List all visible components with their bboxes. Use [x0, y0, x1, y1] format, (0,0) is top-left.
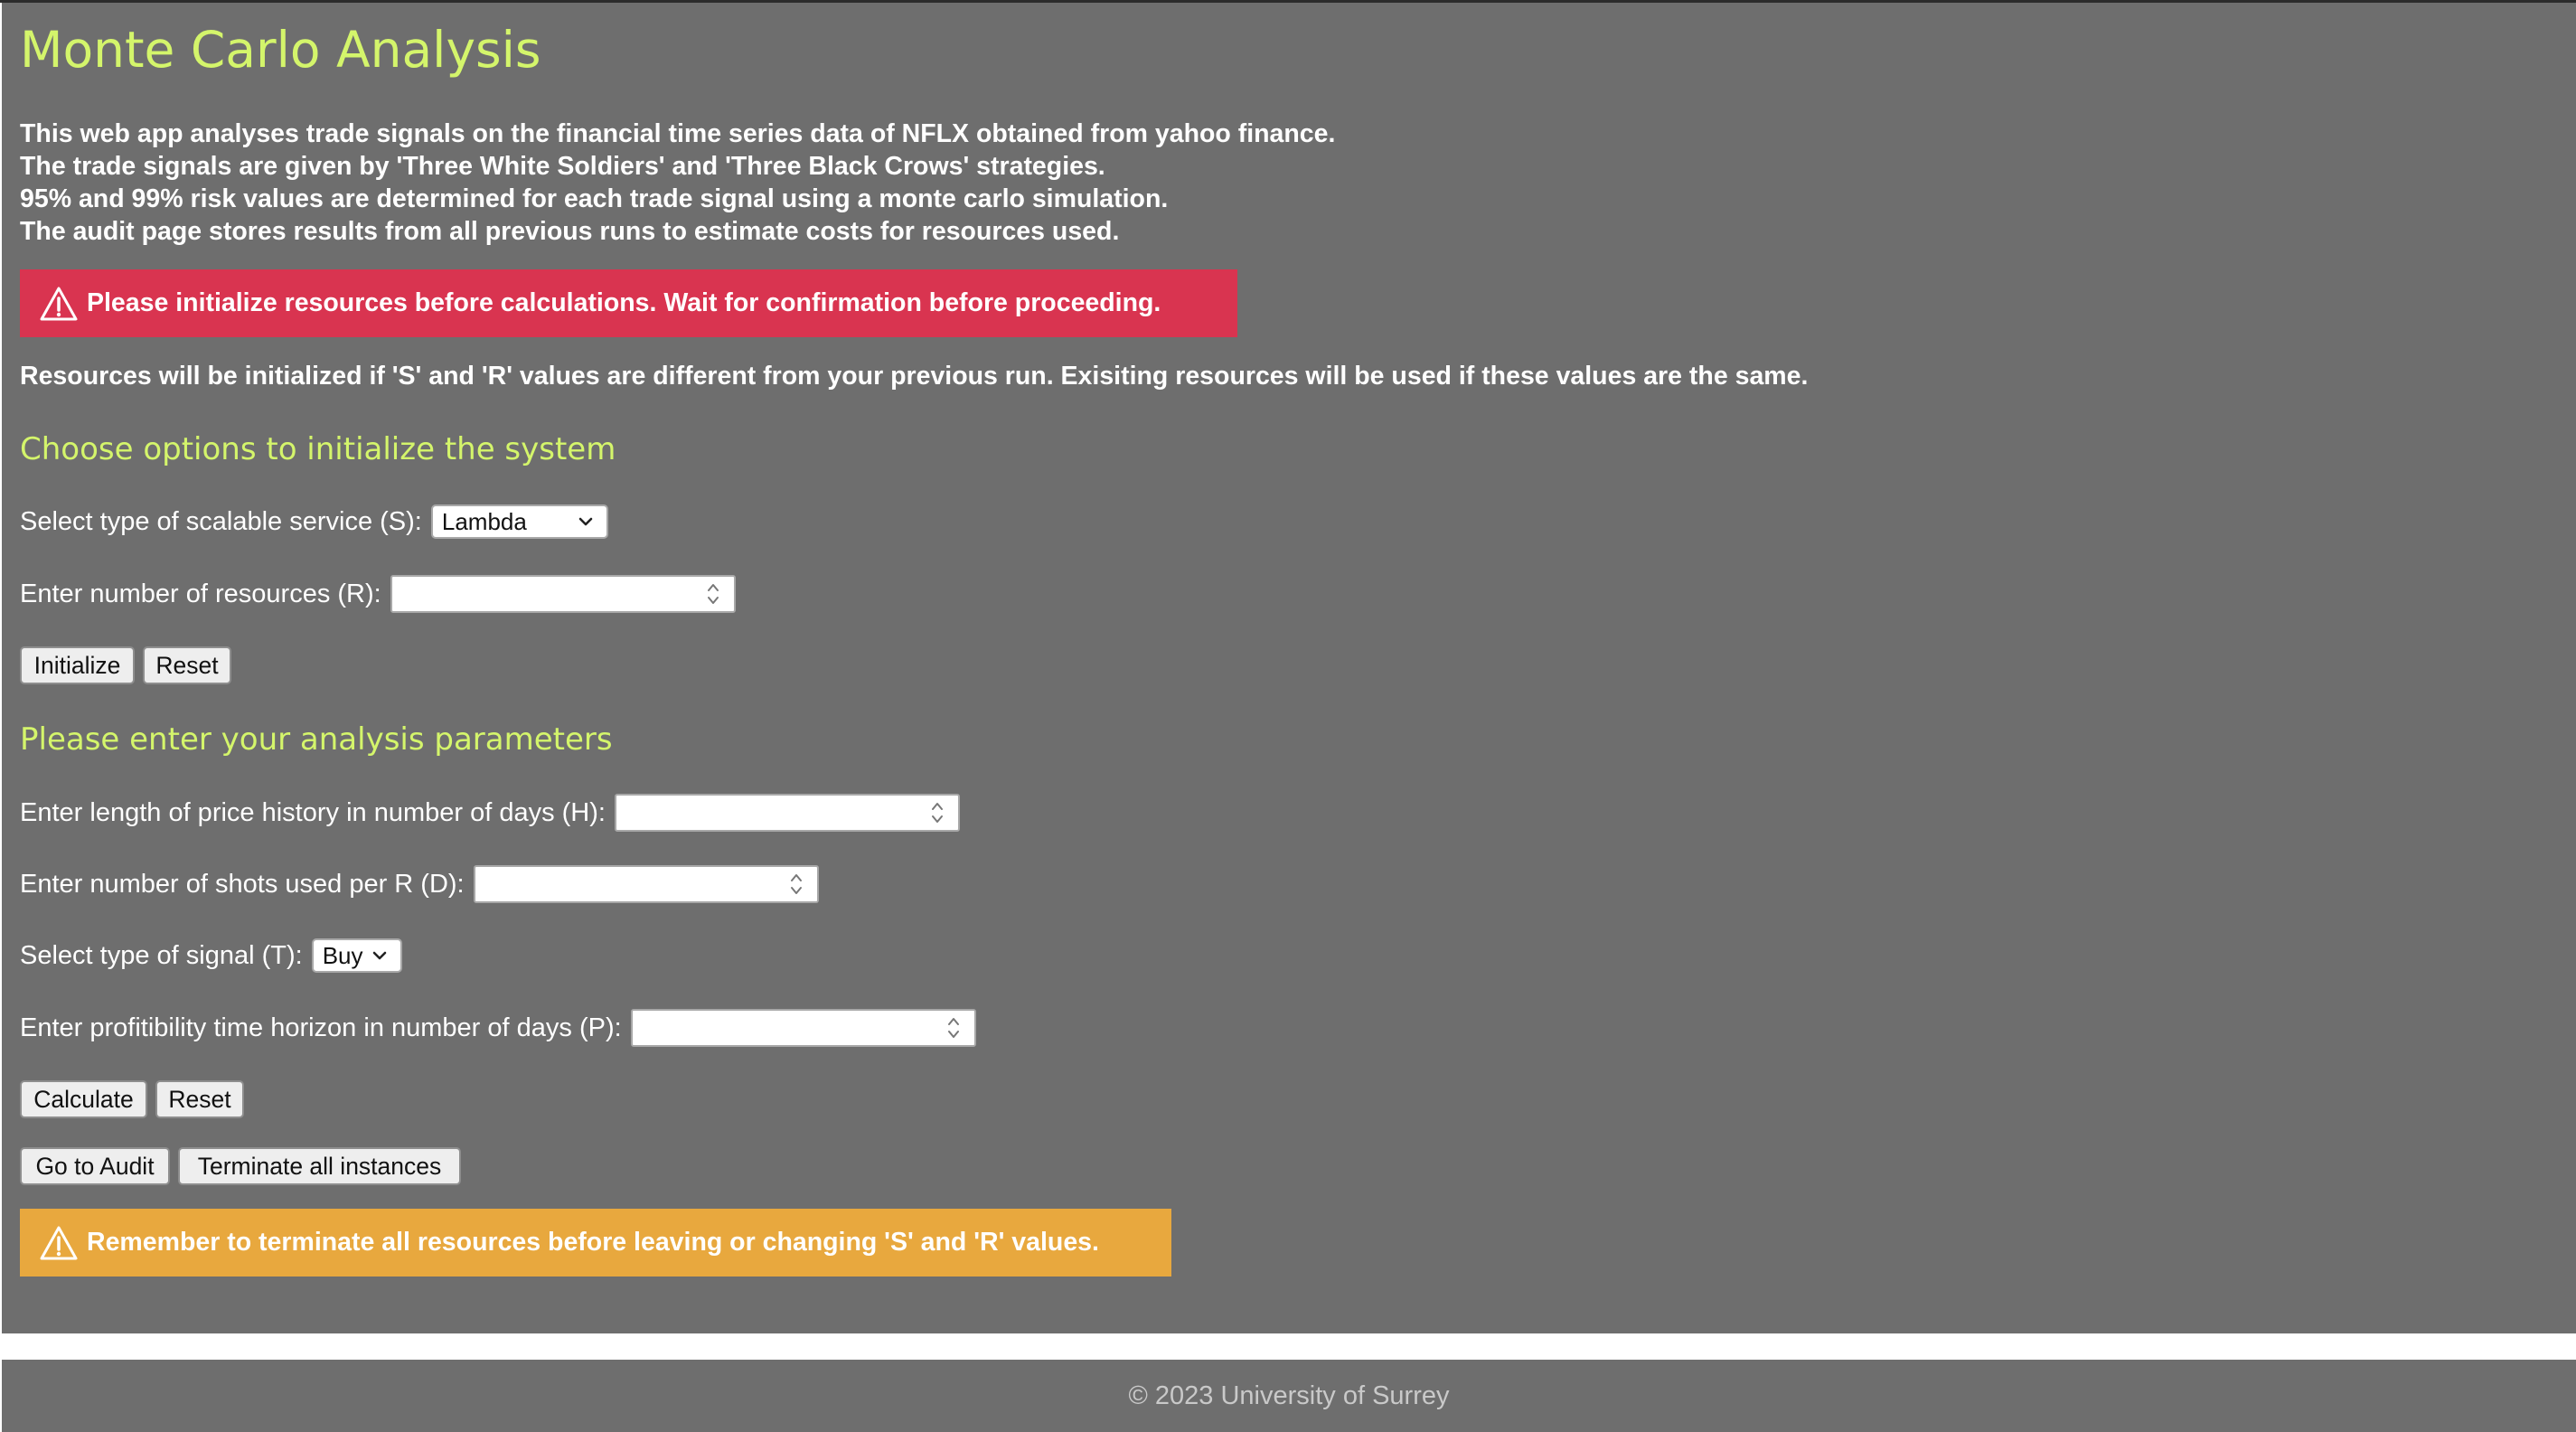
signal-label: Select type of signal (T): — [20, 940, 303, 970]
calculate-button[interactable]: Calculate — [20, 1080, 147, 1118]
terminate-alert: Remember to terminate all resources befo… — [20, 1209, 1171, 1277]
service-select[interactable]: Lambda — [430, 504, 608, 539]
page-title: Monte Carlo Analysis — [20, 21, 541, 79]
resources-note: Resources will be initialized if 'S' and… — [20, 362, 1809, 391]
signal-select-value: Buy — [322, 941, 363, 969]
analysis-section-heading: Please enter your analysis parameters — [20, 721, 613, 758]
resources-row: Enter number of resources (R): — [20, 574, 736, 614]
intro-line: This web app analyses trade signals on t… — [20, 119, 1336, 148]
initialize-alert: Please initialize resources before calcu… — [20, 269, 1237, 337]
service-label: Select type of scalable service (S): — [20, 506, 422, 536]
warning-icon — [40, 287, 78, 320]
shots-input[interactable] — [473, 865, 819, 903]
intro-text: This web app analyses trade signals on t… — [20, 118, 1335, 248]
footer: © 2023 University of Surrey — [2, 1360, 2576, 1432]
resources-input[interactable] — [390, 575, 736, 613]
terminate-alert-text: Remember to terminate all resources befo… — [87, 1228, 1099, 1257]
history-row: Enter length of price history in number … — [20, 793, 960, 833]
footer-copyright: © 2023 University of Surrey — [1128, 1380, 1450, 1410]
horizon-label: Enter profitibility time horizon in numb… — [20, 1013, 622, 1042]
spinner-arrows-icon[interactable] — [929, 799, 945, 826]
main-panel: Monte Carlo Analysis This web app analys… — [2, 3, 2576, 1333]
analysis-reset-button[interactable]: Reset — [155, 1080, 244, 1118]
resources-label: Enter number of resources (R): — [20, 579, 381, 608]
intro-line: 95% and 99% risk values are determined f… — [20, 184, 1169, 213]
service-row: Select type of scalable service (S): Lam… — [20, 502, 608, 542]
init-section-heading: Choose options to initialize the system — [20, 431, 616, 467]
horizon-input[interactable] — [630, 1009, 976, 1047]
go-to-audit-button[interactable]: Go to Audit — [20, 1147, 170, 1185]
spinner-arrows-icon[interactable] — [945, 1014, 962, 1041]
initialize-button[interactable]: Initialize — [20, 646, 135, 684]
warning-icon — [40, 1226, 78, 1259]
horizon-row: Enter profitibility time horizon in numb… — [20, 1008, 976, 1048]
spinner-arrows-icon[interactable] — [705, 580, 721, 608]
signal-row: Select type of signal (T): Buy — [20, 936, 402, 975]
intro-line: The audit page stores results from all p… — [20, 217, 1120, 246]
terminate-instances-button[interactable]: Terminate all instances — [178, 1147, 461, 1185]
history-label: Enter length of price history in number … — [20, 797, 606, 827]
initialize-alert-text: Please initialize resources before calcu… — [87, 288, 1161, 317]
chevron-down-icon — [372, 951, 386, 960]
service-select-value: Lambda — [441, 507, 527, 535]
history-input[interactable] — [614, 794, 960, 832]
signal-select[interactable]: Buy — [311, 938, 402, 973]
spinner-arrows-icon[interactable] — [788, 871, 804, 898]
shots-row: Enter number of shots used per R (D): — [20, 864, 819, 904]
init-reset-button[interactable]: Reset — [143, 646, 231, 684]
chevron-down-icon — [578, 517, 593, 526]
shots-label: Enter number of shots used per R (D): — [20, 869, 465, 899]
intro-line: The trade signals are given by 'Three Wh… — [20, 152, 1105, 181]
